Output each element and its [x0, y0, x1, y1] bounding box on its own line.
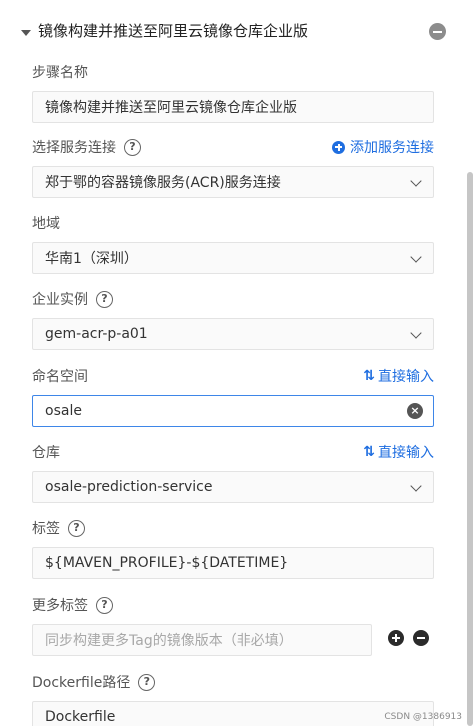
step-name-label: 步骤名称: [32, 65, 88, 81]
field-dockerfile-path: Dockerfile路径 ? Dockerfile: [32, 671, 434, 726]
dockerfile-path-label: Dockerfile路径: [32, 675, 131, 691]
add-service-connection-label: 添加服务连接: [350, 140, 434, 156]
direct-input-label: 直接输入: [378, 445, 434, 461]
clear-circle-icon[interactable]: ×: [407, 403, 423, 419]
tag-label: 标签: [32, 521, 60, 537]
enterprise-instance-select[interactable]: gem-acr-p-a01: [32, 318, 434, 350]
watermark: CSDN @1386913: [384, 712, 462, 722]
field-region: 地域 华南1（深圳）: [32, 212, 434, 274]
chevron-down-icon[interactable]: [410, 480, 422, 492]
direct-input-label: 直接输入: [378, 369, 434, 385]
chevron-down-icon[interactable]: [410, 251, 422, 263]
region-select[interactable]: 华南1（深圳）: [32, 242, 434, 274]
enterprise-instance-label: 企业实例: [32, 292, 88, 308]
more-tags-input[interactable]: 同步构建更多Tag的镜像版本（非必填）: [32, 624, 372, 656]
plus-circle-icon: [332, 140, 345, 154]
step-title: 镜像构建并推送至阿里云镜像仓库企业版: [38, 22, 309, 40]
help-icon[interactable]: ?: [68, 519, 85, 537]
namespace-input[interactable]: osale ×: [32, 395, 434, 427]
field-repository: 仓库 ⇅ 直接输入 osale-prediction-service: [32, 441, 434, 503]
service-connection-select[interactable]: 郑于鄂的容器镜像服务(ACR)服务连接: [32, 166, 434, 198]
help-icon[interactable]: ?: [96, 596, 113, 614]
scrollbar[interactable]: [467, 172, 473, 726]
caret-down-icon[interactable]: [21, 30, 31, 36]
help-icon[interactable]: ?: [138, 673, 156, 691]
dockerfile-path-input[interactable]: Dockerfile: [32, 701, 434, 726]
tag-input[interactable]: ${MAVEN_PROFILE}-${DATETIME}: [32, 547, 434, 579]
remove-step-icon[interactable]: [429, 23, 446, 40]
step-header[interactable]: 镜像构建并推送至阿里云镜像仓库企业版: [0, 10, 466, 54]
field-step-name: 步骤名称 镜像构建并推送至阿里云镜像仓库企业版: [32, 61, 434, 123]
swap-vertical-icon: ⇅: [363, 368, 375, 384]
help-icon[interactable]: ?: [96, 290, 113, 308]
field-more-tags: 更多标签 ? 同步构建更多Tag的镜像版本（非必填）: [32, 594, 434, 656]
add-tag-icon[interactable]: [388, 630, 404, 646]
chevron-down-icon[interactable]: [410, 175, 422, 187]
repository-label: 仓库: [32, 445, 60, 461]
remove-tag-icon[interactable]: [413, 630, 429, 646]
help-icon[interactable]: ?: [124, 138, 141, 156]
field-tag: 标签 ? ${MAVEN_PROFILE}-${DATETIME}: [32, 517, 434, 579]
service-connection-label: 选择服务连接: [32, 140, 116, 156]
swap-vertical-icon: ⇅: [363, 444, 375, 460]
repository-value: osale-prediction-service: [45, 479, 213, 495]
region-label: 地域: [32, 216, 60, 232]
service-connection-value: 郑于鄂的容器镜像服务(ACR)服务连接: [45, 175, 281, 191]
field-enterprise-instance: 企业实例 ? gem-acr-p-a01: [32, 288, 434, 350]
namespace-value: osale: [45, 403, 82, 419]
add-service-connection-link[interactable]: 添加服务连接: [332, 137, 434, 157]
enterprise-instance-value: gem-acr-p-a01: [45, 326, 148, 342]
more-tags-label: 更多标签: [32, 598, 88, 614]
field-namespace: 命名空间 ⇅ 直接输入 osale ×: [32, 365, 434, 427]
namespace-direct-input-link[interactable]: ⇅ 直接输入: [363, 366, 434, 386]
namespace-label: 命名空间: [32, 369, 88, 385]
repository-select[interactable]: osale-prediction-service: [32, 471, 434, 503]
field-service-connection: 选择服务连接 ? 添加服务连接 郑于鄂的容器镜像服务(ACR)服务连接: [32, 136, 434, 198]
step-config-panel: 镜像构建并推送至阿里云镜像仓库企业版 步骤名称 镜像构建并推送至阿里云镜像仓库企…: [0, 0, 474, 726]
region-value: 华南1（深圳）: [45, 251, 138, 267]
chevron-down-icon[interactable]: [410, 327, 422, 339]
repository-direct-input-link[interactable]: ⇅ 直接输入: [363, 442, 434, 462]
step-name-input[interactable]: 镜像构建并推送至阿里云镜像仓库企业版: [32, 91, 434, 123]
